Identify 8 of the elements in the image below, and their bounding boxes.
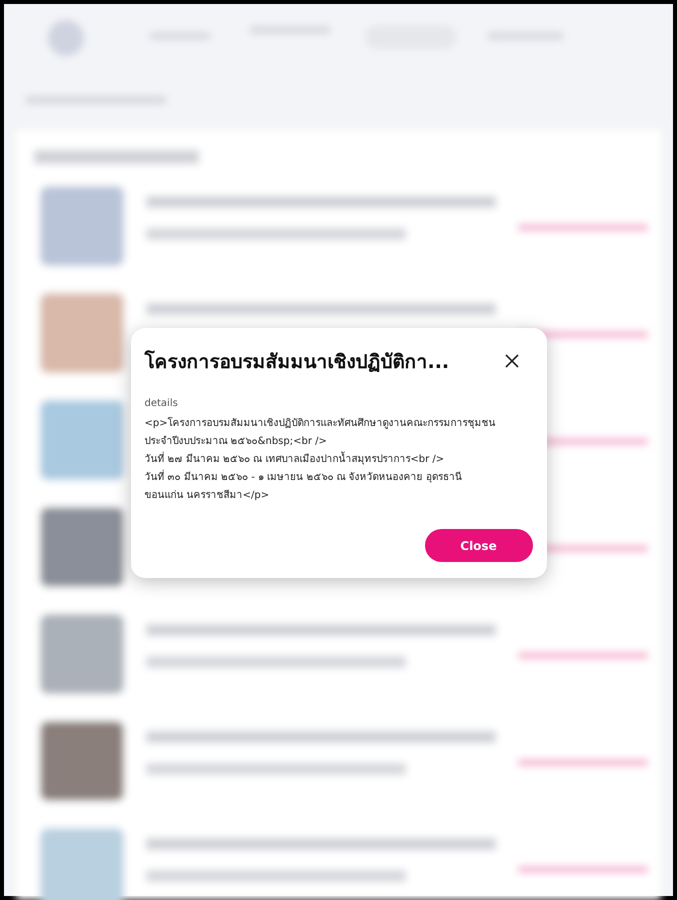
- details-text: <p>โครงการอบรมสัมมนาเชิงปฏิบัติการและทัศนศึกษาดูงานคณะกรรมการชุมชน: [144, 416, 497, 431]
- details-text: วันที่ ๒๗ มีนาคม ๒๕๖๐ ณ เทศบาลเมืองปากน้ำสมุทรปราการ<br />: [144, 451, 532, 469]
- details-text: วันที่ ๓๐ มีนาคม ๒๕๖๐ - ๑ เมษายน ๒๕๖๐ ณ จังหวัดหนองคาย อุดรธานี: [144, 469, 532, 487]
- close-button[interactable]: Close: [424, 529, 532, 562]
- field-label: details: [144, 398, 179, 409]
- dialog-title: โครงการอบรมสัมมนาเชิงปฏิบัติกา...: [144, 349, 450, 375]
- details-text: ขอนแก่น นครราชสีมา</p>: [144, 488, 270, 503]
- details-text: ประจำปีงบประมาณ ๒๕๖๐&nbsp;<br />: [144, 434, 328, 449]
